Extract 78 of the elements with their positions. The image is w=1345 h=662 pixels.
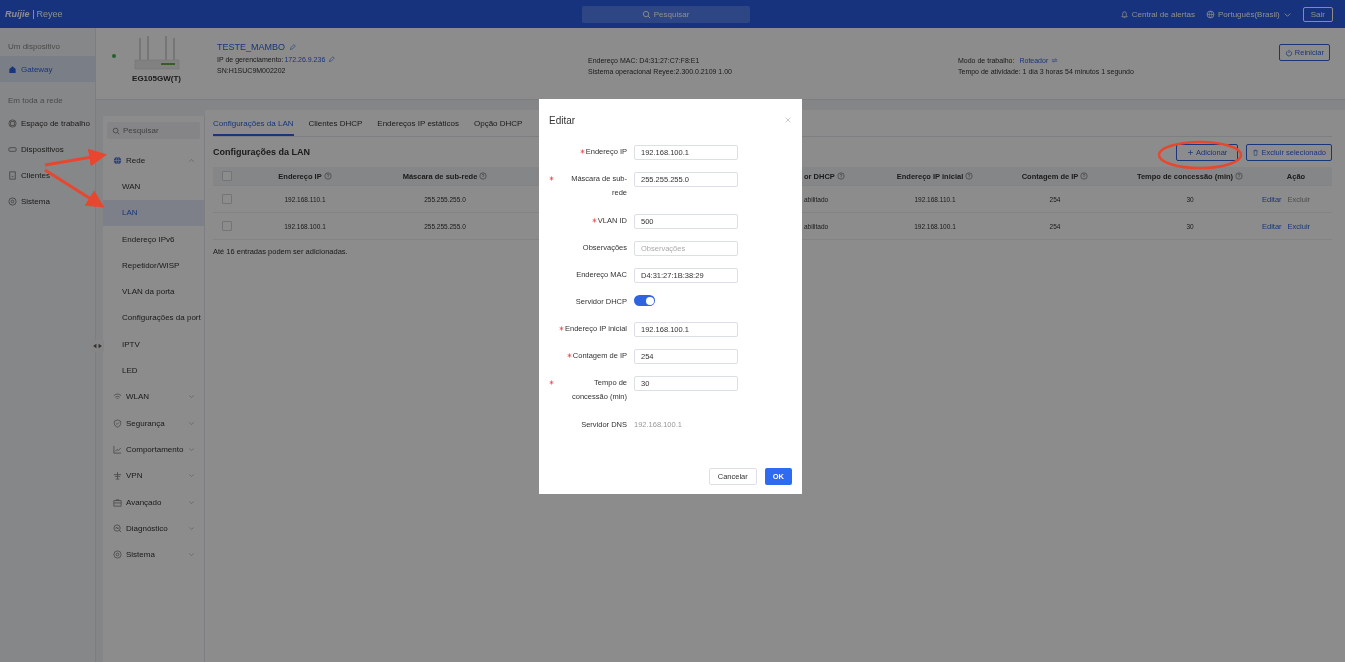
- tab[interactable]: Endereços IP estáticos: [377, 119, 470, 136]
- search-button[interactable]: Pesquisar: [581, 5, 750, 23]
- switch-icon: [1051, 57, 1059, 64]
- alerts-link[interactable]: Central de alertas: [1131, 9, 1195, 19]
- nav-item[interactable]: Sistema: [0, 188, 95, 214]
- edit-icon[interactable]: [289, 43, 296, 51]
- network-icon: [113, 471, 122, 481]
- help-icon: [836, 172, 845, 180]
- close-icon[interactable]: [784, 116, 792, 124]
- search-icon: [641, 9, 651, 19]
- globe-icon: [113, 155, 122, 165]
- chevron-down-icon: [188, 419, 195, 427]
- logout-button[interactable]: Sair: [1302, 6, 1333, 22]
- home-icon: [8, 64, 17, 74]
- nav-item[interactable]: Gateway: [0, 56, 95, 82]
- diagnostic-icon: [113, 523, 122, 533]
- phone-icon: [8, 170, 17, 180]
- section-title: Configurações da LAN: [213, 147, 310, 157]
- chevron-down-icon: [188, 498, 195, 506]
- submenu-item[interactable]: Endereço IPv6: [103, 225, 204, 253]
- row-checkbox[interactable]: [221, 221, 232, 231]
- chevron-up-icon: [188, 156, 195, 164]
- row-checkbox[interactable]: [221, 194, 232, 204]
- globe-icon: [1205, 9, 1215, 19]
- submenu-item[interactable]: IPTV: [103, 331, 204, 358]
- language-selector[interactable]: Português(Brasil): [1217, 9, 1280, 19]
- gear-icon: [8, 196, 17, 206]
- submenu-item[interactable]: LAN: [103, 199, 204, 226]
- device-model: EG105GW(T): [132, 74, 181, 83]
- menu-item[interactable]: WLAN: [103, 383, 204, 410]
- toggle-switch[interactable]: [634, 295, 655, 306]
- device-name: TESTE_MAMBO: [217, 42, 285, 52]
- menu-item[interactable]: Rede: [103, 147, 204, 174]
- workspace-icon: [8, 118, 17, 128]
- chart-icon: [113, 444, 122, 454]
- plus-icon: [1187, 148, 1195, 156]
- submenu-item[interactable]: Configurações da port: [103, 304, 204, 332]
- edit-icon[interactable]: [328, 56, 336, 63]
- help-icon: [323, 172, 332, 180]
- bell-icon: [1119, 9, 1129, 19]
- submenu-item[interactable]: VLAN da porta: [103, 278, 204, 305]
- wifi-icon: [113, 392, 122, 402]
- menu-item[interactable]: Comportamento: [103, 436, 204, 463]
- device-icon: [8, 144, 17, 154]
- tab[interactable]: Configurações da LAN: [213, 119, 294, 136]
- nav-item[interactable]: Clientes: [0, 162, 95, 188]
- menu-search-field[interactable]: Pesquisar: [107, 122, 200, 139]
- gear-icon: [113, 550, 122, 560]
- menu-item[interactable]: Segurança: [103, 409, 204, 437]
- menu-item[interactable]: Avançado: [103, 488, 204, 516]
- select-all-checkbox[interactable]: [221, 171, 232, 181]
- chevron-down-icon: [188, 472, 195, 480]
- chevron-down-icon: [188, 445, 195, 453]
- nav-item[interactable]: Espaço de trabalho: [0, 110, 95, 136]
- help-icon: [1080, 172, 1089, 180]
- tab[interactable]: Opção DHCP: [474, 119, 534, 136]
- help-icon: [479, 172, 488, 180]
- search-icon: [112, 126, 120, 135]
- nav-item[interactable]: Dispositivos: [0, 136, 95, 162]
- submenu-item[interactable]: WAN: [103, 173, 204, 200]
- dialog-title: Editar: [549, 114, 576, 126]
- menu-item[interactable]: Sistema: [103, 541, 204, 568]
- trash-icon: [1252, 148, 1260, 156]
- help-icon: [965, 172, 974, 180]
- tab[interactable]: Clientes DHCP: [308, 119, 374, 136]
- shield-icon: [113, 418, 122, 428]
- submenu-item[interactable]: LED: [103, 357, 204, 384]
- chevron-down-icon: [188, 524, 195, 532]
- toolbox-icon: [113, 497, 122, 507]
- menu-item[interactable]: Diagnóstico: [103, 515, 204, 542]
- menu-item[interactable]: VPN: [103, 462, 204, 489]
- help-icon: [1235, 172, 1244, 180]
- power-icon: [1284, 48, 1293, 57]
- logo: Ruijie Reyee: [5, 9, 63, 19]
- chevron-down-icon: [188, 551, 195, 559]
- chevron-down-icon: [188, 393, 195, 401]
- submenu-item[interactable]: Repetidor/WISP: [103, 252, 204, 279]
- router-drawing: [132, 36, 181, 70]
